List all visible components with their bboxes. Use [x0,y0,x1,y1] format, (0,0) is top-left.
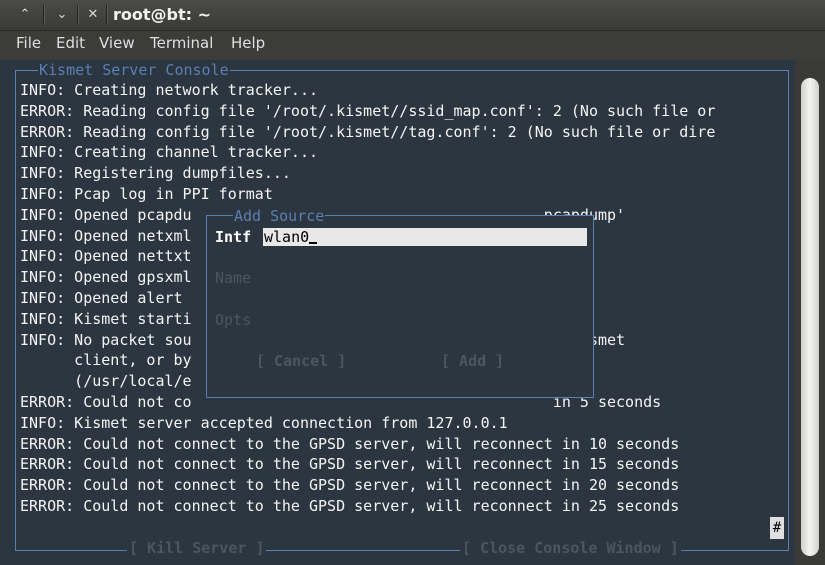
menu-file[interactable]: File [16,34,41,52]
intf-input[interactable]: wlan0 [263,228,587,246]
console-line: INFO: Kismet server accepted connection … [20,413,508,432]
console-line: ERROR: Reading config file '/root/.kisme… [20,101,716,120]
console-line: client, or by [20,351,192,370]
console-line: INFO: Kismet starti [20,309,192,328]
status-hash-glyph: # [770,517,784,539]
menu-help[interactable]: Help [231,34,265,52]
opts-label[interactable]: Opts [215,311,251,329]
name-label[interactable]: Name [215,269,251,287]
close-icon[interactable]: ✕ [84,6,102,23]
intf-value: wlan0 [264,228,310,246]
menu-bar: File Edit View Terminal Help [0,31,825,60]
dialog-title: Add Source [233,207,326,225]
window-title: root@bt: ~ [113,5,211,24]
console-line: INFO: Creating channel tracker... [20,143,319,162]
console-line: INFO: Pcap log in PPI format [20,185,273,203]
chevron-down-icon[interactable]: ⌄ [53,6,71,23]
title-separator [77,5,79,25]
console-title: Kismet Server Console [38,61,230,79]
console-line: (/usr/local/e [20,372,192,391]
console-line: ERROR: Could not connect to the GPSD ser… [20,476,680,495]
console-line: ERROR: Reading config file '/root/.kisme… [20,122,716,141]
console-line: INFO: Creating network tracker... [20,81,319,99]
chevron-up-icon[interactable]: ⌃ [16,6,34,23]
text-cursor [309,242,318,244]
close-console-button[interactable]: [ Close Console Window ] [460,539,681,557]
console-line: ERROR: Could not connect to the GPSD ser… [20,455,680,474]
cancel-button[interactable]: [ Cancel ] [256,352,346,370]
title-separator [106,5,108,25]
menu-edit[interactable]: Edit [56,34,85,52]
title-bar: ⌃ ⌄ ✕ root@bt: ~ [0,0,825,31]
title-separator [43,5,45,25]
menu-view[interactable]: View [99,34,135,52]
add-button[interactable]: [ Add ] [441,352,504,370]
kill-server-button[interactable]: [ Kill Server ] [127,539,267,557]
console-line: ERROR: Could not connect to the GPSD ser… [20,434,680,453]
console-line: ERROR: Could not connect to the GPSD ser… [20,497,680,515]
console-line: INFO: Registering dumpfiles... [20,164,291,183]
intf-label: Intf [215,228,252,246]
menu-terminal[interactable]: Terminal [150,34,213,52]
scrollbar-thumb[interactable] [801,78,819,556]
